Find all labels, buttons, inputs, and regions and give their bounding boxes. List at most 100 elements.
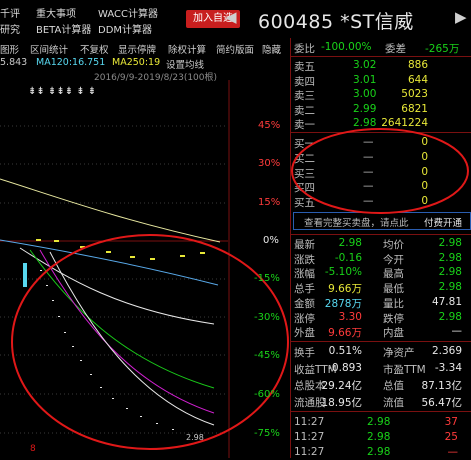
stat-value: 9.66万 [328, 327, 362, 340]
ask-price: 3.01 [353, 73, 377, 86]
menu-link-major-events[interactable]: 重大事项 [36, 5, 76, 20]
tick-price: 2.98 [367, 431, 391, 443]
menu-link-ddm[interactable]: DDM计算器 [98, 21, 152, 36]
tick-price: 2.98 [367, 446, 391, 458]
ask-label: 卖五 [294, 61, 315, 73]
stat-value: 9.66万 [328, 283, 362, 296]
stat-label: 金额 [294, 297, 315, 310]
fundamental-label-2: 流值 [383, 396, 404, 409]
stat-label: 涨跌 [294, 253, 315, 266]
ma250-value: MA250:19 [112, 57, 161, 68]
toolbar-hide[interactable]: 隐藏 [262, 42, 281, 56]
stat-label: 涨幅 [294, 268, 315, 281]
stat-value: 3.30 [338, 310, 362, 323]
weibi-label: 委比 [294, 43, 315, 55]
weicha-value: -265万 [425, 43, 460, 55]
stat-row: 涨跌 -0.16 今开 2.98 [291, 252, 471, 266]
menu-link-wacc[interactable]: WACC计算器 [98, 5, 158, 20]
prev-stock-button[interactable]: ◀ [225, 8, 237, 26]
y-tick-neg75: -75% [254, 428, 280, 439]
toolbar-show-suspend[interactable]: 显示停牌 [118, 42, 156, 56]
tick-row: 11:27 2.98 37 [291, 416, 471, 430]
weibi-row: 委比 -100.00% 委差 -265万 [291, 41, 471, 55]
stat-label-2: 量比 [383, 297, 404, 310]
tick-time: 11:27 [294, 416, 325, 428]
weicha-label: 委差 [385, 43, 406, 55]
y-tick-0: 0% [263, 235, 279, 246]
stat-label-2: 今开 [383, 253, 404, 266]
stat-row: 涨停 3.30 跌停 2.98 [291, 311, 471, 325]
stat-label-2: 内盘 [383, 327, 404, 340]
price-dashes [36, 239, 205, 260]
stat-value: -5.10% [324, 266, 362, 279]
menu-link-research[interactable]: 研究 [0, 21, 20, 36]
stat-value: 2878万 [324, 297, 362, 310]
pay-open-link[interactable]: 付费开通 [424, 215, 462, 229]
ma-line-top [0, 178, 221, 243]
ma-line-white [19, 247, 215, 325]
toolbar-exright-calc[interactable]: 除权计算 [168, 42, 206, 56]
fundamental-value-2: 87.13亿 [421, 380, 462, 392]
y-tick-neg30: -30% [254, 312, 280, 323]
fundamental-value: 29.24亿 [321, 380, 362, 392]
ma-settings-link[interactable]: 设置均线 [166, 57, 204, 71]
fundamental-value-2: 56.47亿 [421, 396, 462, 409]
ma120-value: MA120:16.751 [36, 57, 106, 68]
full-orderbook-link[interactable]: 查看完整买卖盘，请点此 [304, 215, 409, 229]
fundamental-value: 18.95亿 [321, 396, 362, 409]
corner-price-label: 2.98 [186, 433, 204, 442]
bottom-marker: 8 [30, 444, 36, 454]
ask-row: 卖三 3.00 5023 [291, 88, 471, 102]
toolbar-interval-stats[interactable]: 区间统计 [30, 42, 68, 56]
stat-label: 总手 [294, 283, 315, 296]
next-stock-button[interactable]: ▶ [455, 8, 467, 26]
toolbar-simple-layout[interactable]: 简约版面 [216, 42, 254, 56]
tick-volume: — [447, 446, 459, 458]
fundamental-value-2: -3.34 [434, 361, 462, 374]
menu-link-beta[interactable]: BETA计算器 [36, 21, 91, 36]
fundamental-row: 收益TTM -0.893 市盈TTM -3.34 [291, 362, 471, 376]
stat-label-2: 跌停 [383, 312, 404, 325]
weibi-value: -100.00% [321, 41, 372, 53]
ask-price: 3.02 [353, 59, 377, 71]
stat-row: 涨幅 -5.10% 最高 2.98 [291, 266, 471, 280]
ask-label: 卖四 [294, 75, 315, 88]
fundamental-value-2: 2.369 [431, 345, 462, 357]
toolbar-no-adjust[interactable]: 不复权 [80, 42, 109, 56]
ma5-value: 5.843 [0, 57, 28, 68]
menu-link-rating[interactable]: 千评 [0, 5, 20, 20]
stat-row: 外盘 9.66万 内盘 — [291, 325, 471, 339]
ask-row: 卖五 3.02 886 [291, 59, 471, 73]
stat-value-2: 2.98 [438, 237, 462, 249]
stat-row: 金额 2878万 量比 47.81 [291, 296, 471, 310]
ask-volume: 886 [407, 59, 428, 71]
y-tick-15: 15% [258, 197, 281, 208]
stat-label-2: 均价 [383, 239, 404, 251]
tick-row: 11:27 2.98 25 [291, 431, 471, 445]
annotation-circle-chart [11, 234, 289, 450]
stat-row: 最新 2.98 均价 2.98 [291, 237, 471, 251]
tick-price: 2.98 [367, 416, 391, 428]
chart-gridlines [0, 125, 228, 434]
top-bar: 千评 重大事项 WACC计算器 研究 BETA计算器 DDM计算器 加入自选 ◀… [0, 0, 471, 40]
ask-volume: 5023 [401, 88, 428, 101]
toolbar-shape[interactable]: 图形 [0, 42, 19, 56]
quote-panel: 委比 -100.00% 委差 -265万 卖五 3.02 886 卖四 3.01 644 卖… [290, 38, 471, 458]
y-tick-30: 30% [258, 158, 281, 169]
stock-title: 600485 *ST信威 [258, 7, 414, 34]
stat-value-2: 2.98 [438, 251, 462, 264]
fundamental-label-2: 净资产 [383, 347, 415, 359]
stock-code: 600485 [258, 11, 334, 33]
ma-line-blue [0, 239, 219, 286]
ask-price: 2.99 [353, 102, 377, 115]
fundamental-row: 总股本 29.24亿 总值 87.13亿 [291, 378, 471, 392]
stat-label: 外盘 [294, 327, 315, 340]
chart-toolbar: 图形 区间统计 不复权 显示停牌 除权计算 简约版面 隐藏 [0, 40, 290, 56]
stat-value: -0.16 [334, 251, 362, 264]
ma-line-magenta [39, 249, 215, 414]
stat-value-2: — [451, 325, 463, 338]
stat-label: 涨停 [294, 312, 315, 325]
falling-dots [40, 270, 174, 430]
stat-label-2: 最高 [383, 268, 404, 281]
fundamental-row: 换手 0.51% 净资产 2.369 [291, 345, 471, 359]
